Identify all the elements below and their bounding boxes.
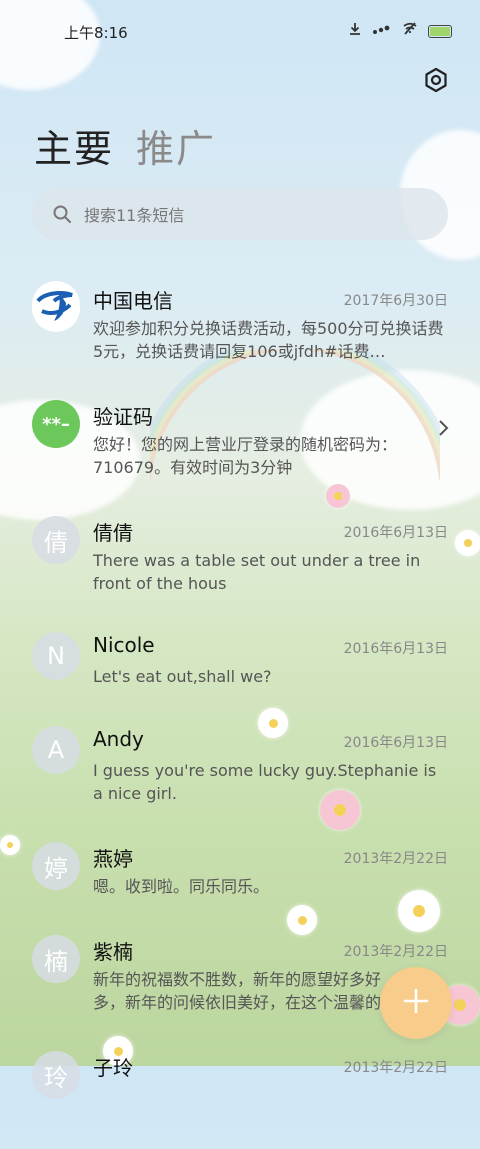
settings-icon <box>423 67 449 97</box>
conversation-date: 2016年6月13日 <box>343 641 448 657</box>
avatar: A <box>32 726 80 774</box>
avatar: 玲 <box>32 1051 80 1099</box>
conversation-date: 2013年2月22日 <box>343 944 448 960</box>
conversation-preview: 欢迎参加积分兑换话费活动，每500分可兑换话费5元，兑换话费请回复106或jfd… <box>93 319 444 361</box>
tab-promotions[interactable]: 推广 <box>136 118 216 173</box>
download-icon <box>348 22 362 40</box>
conversation-date: 2013年2月22日 <box>343 1060 448 1076</box>
signal-icon <box>372 23 392 39</box>
avatar: 倩 <box>32 516 80 564</box>
conversation-name: Nicole <box>93 633 155 657</box>
status-bar: 上午8:16 <box>0 0 480 62</box>
conversation-name: 紫楠 <box>93 940 133 964</box>
battery-icon <box>428 24 452 38</box>
conversation-item[interactable]: **– 验证码 您好！您的网上营业厅登录的随机密码为：710679。有效时间为3… <box>0 388 480 498</box>
conversation-date: 2016年6月13日 <box>343 735 448 751</box>
conversation-item[interactable]: 玲 子玲 2013年2月22日 <box>0 1039 480 1149</box>
conversation-preview: 您好！您的网上营业厅登录的随机密码为：710679。有效时间为3分钟 <box>93 435 398 477</box>
new-message-button[interactable] <box>380 967 452 1039</box>
tab-bar: 主要 推广 <box>34 118 216 173</box>
chevron-right-icon[interactable] <box>438 418 450 438</box>
search-input[interactable]: 搜索11条短信 <box>84 202 184 226</box>
avatar: 婷 <box>32 842 80 890</box>
avatar: N <box>32 632 80 680</box>
plus-icon <box>402 987 430 1019</box>
search-bar[interactable]: 搜索11条短信 <box>32 188 448 240</box>
search-icon <box>52 204 72 224</box>
conversation-name: 燕婷 <box>93 847 133 871</box>
conversation-date: 2017年6月30日 <box>343 293 448 309</box>
china-telecom-logo-icon <box>32 281 80 335</box>
conversation-name: 中国电信 <box>93 289 173 313</box>
conversation-name: 子玲 <box>93 1056 133 1080</box>
avatar: **– <box>32 400 80 448</box>
avatar <box>32 281 80 335</box>
conversation-date: 2016年6月13日 <box>343 525 448 541</box>
conversation-preview: Let's eat out,shall we? <box>93 667 272 686</box>
conversation-preview: 嗯。收到啦。同乐同乐。 <box>93 877 270 896</box>
avatar: 楠 <box>32 935 80 983</box>
conversation-item[interactable]: A Andy 2016年6月13日 I guess you're some lu… <box>0 714 480 824</box>
conversation-preview: 新年的祝福数不胜数，新年的愿望好多好多，新年的问候依旧美好，在这个温馨的时刻 <box>93 970 382 1012</box>
conversation-date: 2013年2月22日 <box>343 851 448 867</box>
conversation-item[interactable]: 中国电信 2017年6月30日 欢迎参加积分兑换话费活动，每500分可兑换话费5… <box>0 272 480 382</box>
conversation-name: 倩倩 <box>93 521 133 545</box>
conversation-preview: I guess you're some lucky guy.Stephanie … <box>93 761 437 803</box>
wifi-off-icon <box>402 22 418 40</box>
conversation-item[interactable]: 倩 倩倩 2016年6月13日 There was a table set ou… <box>0 504 480 614</box>
conversation-name: 验证码 <box>93 405 153 429</box>
conversation-name: Andy <box>93 727 144 751</box>
conversation-preview: There was a table set out under a tree i… <box>93 551 421 593</box>
tab-primary[interactable]: 主要 <box>34 118 114 173</box>
status-time: 上午8:16 <box>64 24 128 42</box>
settings-button[interactable] <box>420 66 452 98</box>
